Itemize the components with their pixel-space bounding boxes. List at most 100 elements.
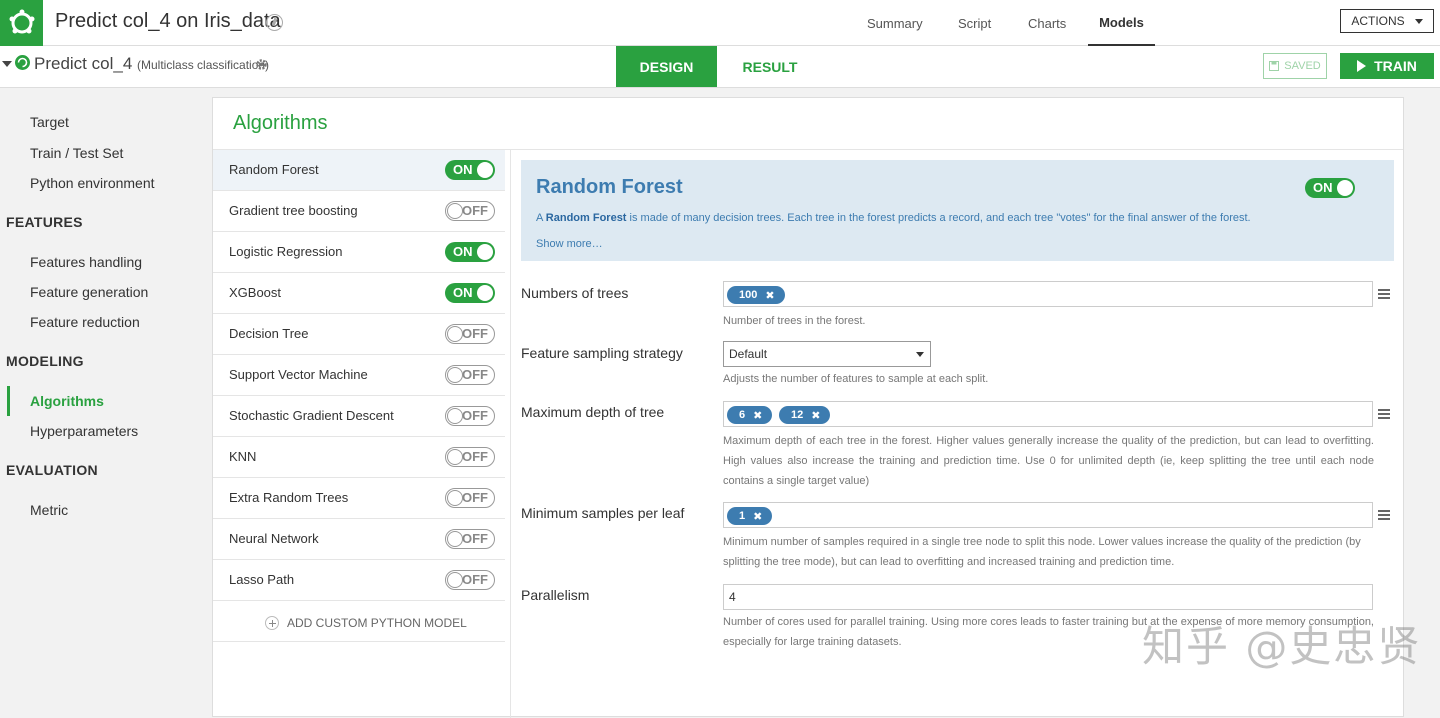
edit-description-icon[interactable] [266, 14, 283, 31]
collapse-caret-icon[interactable] [2, 61, 12, 67]
algorithm-toggle[interactable]: OFF [445, 447, 495, 467]
top-bar: Predict col_4 on Iris_data Summary Scrip… [0, 0, 1440, 46]
chevron-down-icon [916, 352, 924, 357]
param-label-sampling: Feature sampling strategy [521, 345, 683, 361]
add-custom-python-model-button[interactable]: ADD CUSTOM PYTHON MODEL [265, 616, 467, 630]
chevron-down-icon [1414, 18, 1423, 24]
algorithm-toggle[interactable]: OFF [445, 406, 495, 426]
algorithm-row-knn[interactable]: KNN OFF [213, 437, 505, 478]
algorithm-row-support-vector-machine[interactable]: Support Vector Machine OFF [213, 355, 505, 396]
divider [510, 150, 511, 718]
remove-icon[interactable]: ✖ [753, 409, 762, 422]
watermark: 知乎 @史忠贤 [1142, 622, 1422, 671]
algorithm-enable-toggle[interactable]: ON [1305, 178, 1355, 198]
sidebar-heading-modeling: MODELING [6, 353, 84, 369]
sidebar-item-python-environment[interactable]: Python environment [30, 175, 155, 191]
algorithm-row-extra-random-trees[interactable]: Extra Random Trees OFF [213, 478, 505, 519]
remove-icon[interactable]: ✖ [753, 510, 762, 523]
algorithm-toggle[interactable]: ON [445, 283, 495, 303]
algorithm-toggle[interactable]: OFF [445, 529, 495, 549]
sidebar-item-feature-generation[interactable]: Feature generation [30, 284, 148, 300]
algorithm-row-decision-tree[interactable]: Decision Tree OFF [213, 314, 505, 355]
sidebar-heading-evaluation: EVALUATION [6, 462, 98, 478]
play-icon [1357, 60, 1367, 72]
algorithm-row-logistic-regression[interactable]: Logistic Regression ON [213, 232, 505, 273]
list-icon[interactable] [1378, 409, 1390, 420]
app-logo-icon[interactable] [0, 0, 43, 46]
parallelism-input[interactable]: 4 [723, 584, 1373, 610]
max-depth-input[interactable]: 6 ✖ 12 ✖ [723, 401, 1373, 427]
algorithm-name: Support Vector Machine [229, 367, 368, 382]
remove-icon[interactable]: ✖ [765, 289, 774, 302]
algorithm-toggle[interactable]: OFF [445, 201, 495, 221]
sidebar-item-target[interactable]: Target [30, 114, 69, 130]
sidebar-item-algorithms[interactable]: Algorithms [30, 393, 104, 409]
algorithm-name: Extra Random Trees [229, 490, 349, 505]
algorithm-info-card: Random Forest A Random Forest is made of… [521, 160, 1394, 261]
sidebar-item-features-handling[interactable]: Features handling [30, 254, 142, 270]
actions-button[interactable]: ACTIONS [1340, 9, 1434, 33]
list-icon[interactable] [1378, 289, 1390, 300]
nav-models[interactable]: Models [1088, 0, 1155, 46]
value-chip[interactable]: 1 ✖ [727, 507, 773, 525]
value-chip[interactable]: 100 ✖ [727, 286, 785, 304]
sidebar-item-hyperparameters[interactable]: Hyperparameters [30, 423, 138, 439]
algorithm-name: KNN [229, 449, 257, 464]
refresh-status-icon [15, 55, 30, 70]
show-more-link[interactable]: Show more… [536, 238, 603, 250]
sidebar-heading-features: FEATURES [6, 214, 83, 230]
project-title[interactable]: Predict col_4 on Iris_data [55, 10, 281, 33]
algorithm-row-lasso-path[interactable]: Lasso Path OFF [213, 560, 505, 601]
param-hint: Minimum number of samples required in a … [723, 536, 1361, 568]
min-samples-input[interactable]: 1 ✖ [723, 502, 1373, 528]
nav-script[interactable]: Script [958, 0, 991, 46]
algorithm-row-gradient-tree-boosting[interactable]: Gradient tree boosting OFF [213, 191, 505, 232]
sidebar-item-feature-reduction[interactable]: Feature reduction [30, 314, 140, 330]
sidebar-item-metric[interactable]: Metric [30, 502, 68, 518]
algorithm-name: Lasso Path [229, 572, 295, 587]
algorithm-toggle[interactable]: OFF [445, 488, 495, 508]
param-hint: Adjusts the number of features to sample… [723, 373, 989, 385]
panel-title: Algorithms [233, 112, 328, 134]
algorithm-row-xgboost[interactable]: XGBoost ON [213, 273, 505, 314]
algorithm-name: Random Forest [229, 162, 319, 177]
value-chip[interactable]: 12 ✖ [779, 406, 831, 424]
actions-label: ACTIONS [1351, 14, 1405, 28]
param-label-num-trees: Numbers of trees [521, 285, 629, 301]
tab-design[interactable]: DESIGN [616, 46, 717, 87]
list-icon[interactable] [1378, 510, 1390, 521]
train-button[interactable]: TRAIN [1340, 53, 1434, 79]
algorithm-row-random-forest[interactable]: Random Forest ON [213, 150, 505, 191]
algorithm-name: Stochastic Gradient Descent [229, 408, 394, 423]
algorithm-toggle[interactable]: OFF [445, 365, 495, 385]
saved-button[interactable]: SAVED [1263, 53, 1327, 79]
sidebar-item-train-test-set[interactable]: Train / Test Set [30, 145, 123, 161]
algorithm-toggle[interactable]: ON [445, 242, 495, 262]
algorithm-row-neural-network[interactable]: Neural Network OFF [213, 519, 505, 560]
saved-label: SAVED [1284, 60, 1321, 72]
tab-result[interactable]: RESULT [717, 46, 823, 87]
algorithm-description: A Random Forest is made of many decision… [536, 212, 1251, 224]
active-indicator [7, 386, 10, 416]
param-label-min-samples: Minimum samples per leaf [521, 505, 685, 521]
remove-icon[interactable]: ✖ [811, 409, 820, 422]
train-label: TRAIN [1374, 58, 1417, 74]
num-trees-input[interactable]: 100 ✖ [723, 281, 1373, 307]
analysis-name: Predict col_4 [34, 54, 133, 73]
floppy-disk-icon [1269, 61, 1280, 71]
param-hint: Maximum depth of each tree in the forest… [723, 435, 1374, 487]
algorithm-toggle[interactable]: ON [445, 160, 495, 180]
value-chip[interactable]: 6 ✖ [727, 406, 773, 424]
plus-icon [265, 616, 279, 630]
algorithm-toggle[interactable]: OFF [445, 570, 495, 590]
algorithm-row-sgd[interactable]: Stochastic Gradient Descent OFF [213, 396, 505, 437]
algorithm-toggle[interactable]: OFF [445, 324, 495, 344]
nav-summary[interactable]: Summary [867, 0, 923, 46]
algorithm-name: Gradient tree boosting [229, 203, 358, 218]
nav-charts[interactable]: Charts [1028, 0, 1066, 46]
param-label-parallelism: Parallelism [521, 587, 590, 603]
analysis-title: Predict col_4 (Multiclass classification… [34, 54, 269, 74]
algorithm-name: Neural Network [229, 531, 319, 546]
gear-icon[interactable] [255, 58, 268, 71]
sampling-strategy-select[interactable]: Default [723, 341, 931, 367]
